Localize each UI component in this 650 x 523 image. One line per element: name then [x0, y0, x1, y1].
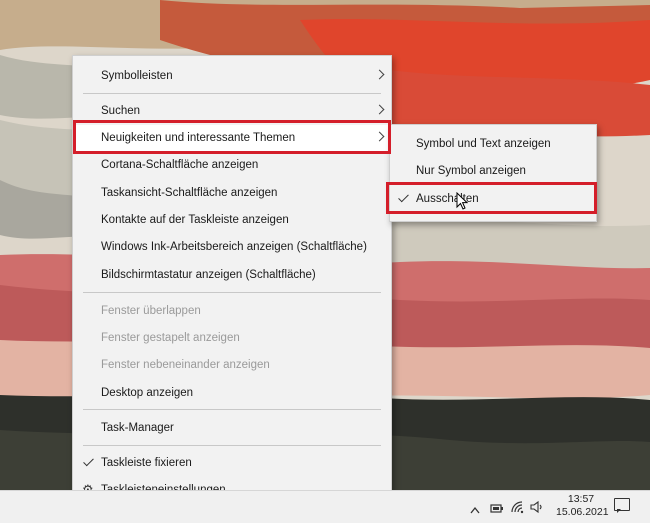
menu-item-label: Taskleiste fixieren: [101, 457, 192, 469]
menu-item-cortana[interactable]: Cortana-Schaltfläche anzeigen: [73, 152, 391, 178]
menu-item-label: Neuigkeiten und interessante Themen: [101, 132, 296, 144]
menu-item-label: Taskansicht-Schaltfläche anzeigen: [101, 187, 278, 199]
menu-item-symbolleisten[interactable]: Symbolleisten: [73, 63, 391, 89]
menu-item-suchen[interactable]: Suchen: [73, 98, 391, 124]
menu-item-fenster-gestapelt: Fenster gestapelt anzeigen: [73, 325, 391, 351]
submenu-item-ausschalten[interactable]: Ausschalten: [390, 186, 596, 212]
menu-item-label: Desktop anzeigen: [101, 387, 194, 399]
speaker-icon[interactable]: [530, 499, 544, 515]
menu-item-bildschirmtastatur[interactable]: Bildschirmtastatur anzeigen (Schaltfläch…: [73, 262, 391, 288]
menu-separator: [83, 292, 381, 293]
submenu-item-symbol-und-text[interactable]: Symbol und Text anzeigen: [390, 131, 596, 157]
menu-item-label: Kontakte auf der Taskleiste anzeigen: [101, 214, 289, 226]
menu-item-taskansicht[interactable]: Taskansicht-Schaltfläche anzeigen: [73, 180, 391, 206]
menu-item-label: Fenster gestapelt anzeigen: [101, 332, 240, 344]
mouse-pointer-icon: [456, 192, 468, 210]
menu-item-label: Windows Ink-Arbeitsbereich anzeigen (Sch…: [101, 241, 367, 253]
menu-separator: [83, 445, 381, 446]
checkmark-icon: [83, 455, 94, 467]
menu-item-label: Symbolleisten: [101, 70, 173, 82]
menu-item-label: Bildschirmtastatur anzeigen (Schaltfläch…: [101, 269, 316, 281]
menu-item-label: Cortana-Schaltfläche anzeigen: [101, 159, 259, 171]
wifi-icon[interactable]: [510, 499, 524, 515]
battery-icon[interactable]: [490, 500, 504, 516]
menu-separator: [83, 93, 381, 94]
clock-date: 15.06.2021: [556, 506, 609, 518]
menu-item-label: Fenster überlappen: [101, 305, 201, 317]
submenu-item-nur-symbol[interactable]: Nur Symbol anzeigen: [390, 158, 596, 184]
clock-time: 13:57: [567, 493, 595, 505]
menu-item-fenster-ueberlappen: Fenster überlappen: [73, 298, 391, 324]
menu-item-label: Suchen: [101, 105, 141, 117]
neuigkeiten-submenu: Symbol und Text anzeigen Nur Symbol anze…: [389, 124, 597, 222]
submenu-item-label: Nur Symbol anzeigen: [416, 165, 526, 177]
menu-separator: [83, 409, 381, 410]
chevron-right-icon: [374, 104, 385, 115]
menu-item-desktop-anzeigen[interactable]: Desktop anzeigen: [73, 380, 391, 406]
submenu-item-label: Ausschalten: [416, 193, 479, 205]
taskbar-context-menu: Symbolleisten Suchen Neuigkeiten und int…: [72, 55, 392, 512]
taskbar: 13:57 15.06.2021: [0, 490, 650, 523]
menu-item-kontakte[interactable]: Kontakte auf der Taskleiste anzeigen: [73, 207, 391, 233]
menu-item-task-manager[interactable]: Task-Manager: [73, 415, 391, 441]
menu-item-label: Fenster nebeneinander anzeigen: [101, 359, 270, 371]
menu-item-windows-ink[interactable]: Windows Ink-Arbeitsbereich anzeigen (Sch…: [73, 234, 391, 260]
notification-icon[interactable]: [614, 498, 630, 513]
checkmark-icon: [398, 191, 409, 203]
menu-item-taskleiste-fixieren[interactable]: Taskleiste fixieren: [73, 450, 391, 476]
chevron-right-icon: [374, 131, 385, 142]
menu-item-fenster-nebeneinander: Fenster nebeneinander anzeigen: [73, 352, 391, 378]
submenu-item-label: Symbol und Text anzeigen: [416, 138, 551, 150]
menu-item-label: Task-Manager: [101, 422, 174, 434]
chevron-right-icon: [374, 69, 385, 80]
chevron-up-icon[interactable]: [470, 502, 480, 518]
system-clock[interactable]: 13:57 15.06.2021: [556, 493, 609, 519]
menu-item-neuigkeiten[interactable]: Neuigkeiten und interessante Themen: [73, 125, 391, 151]
